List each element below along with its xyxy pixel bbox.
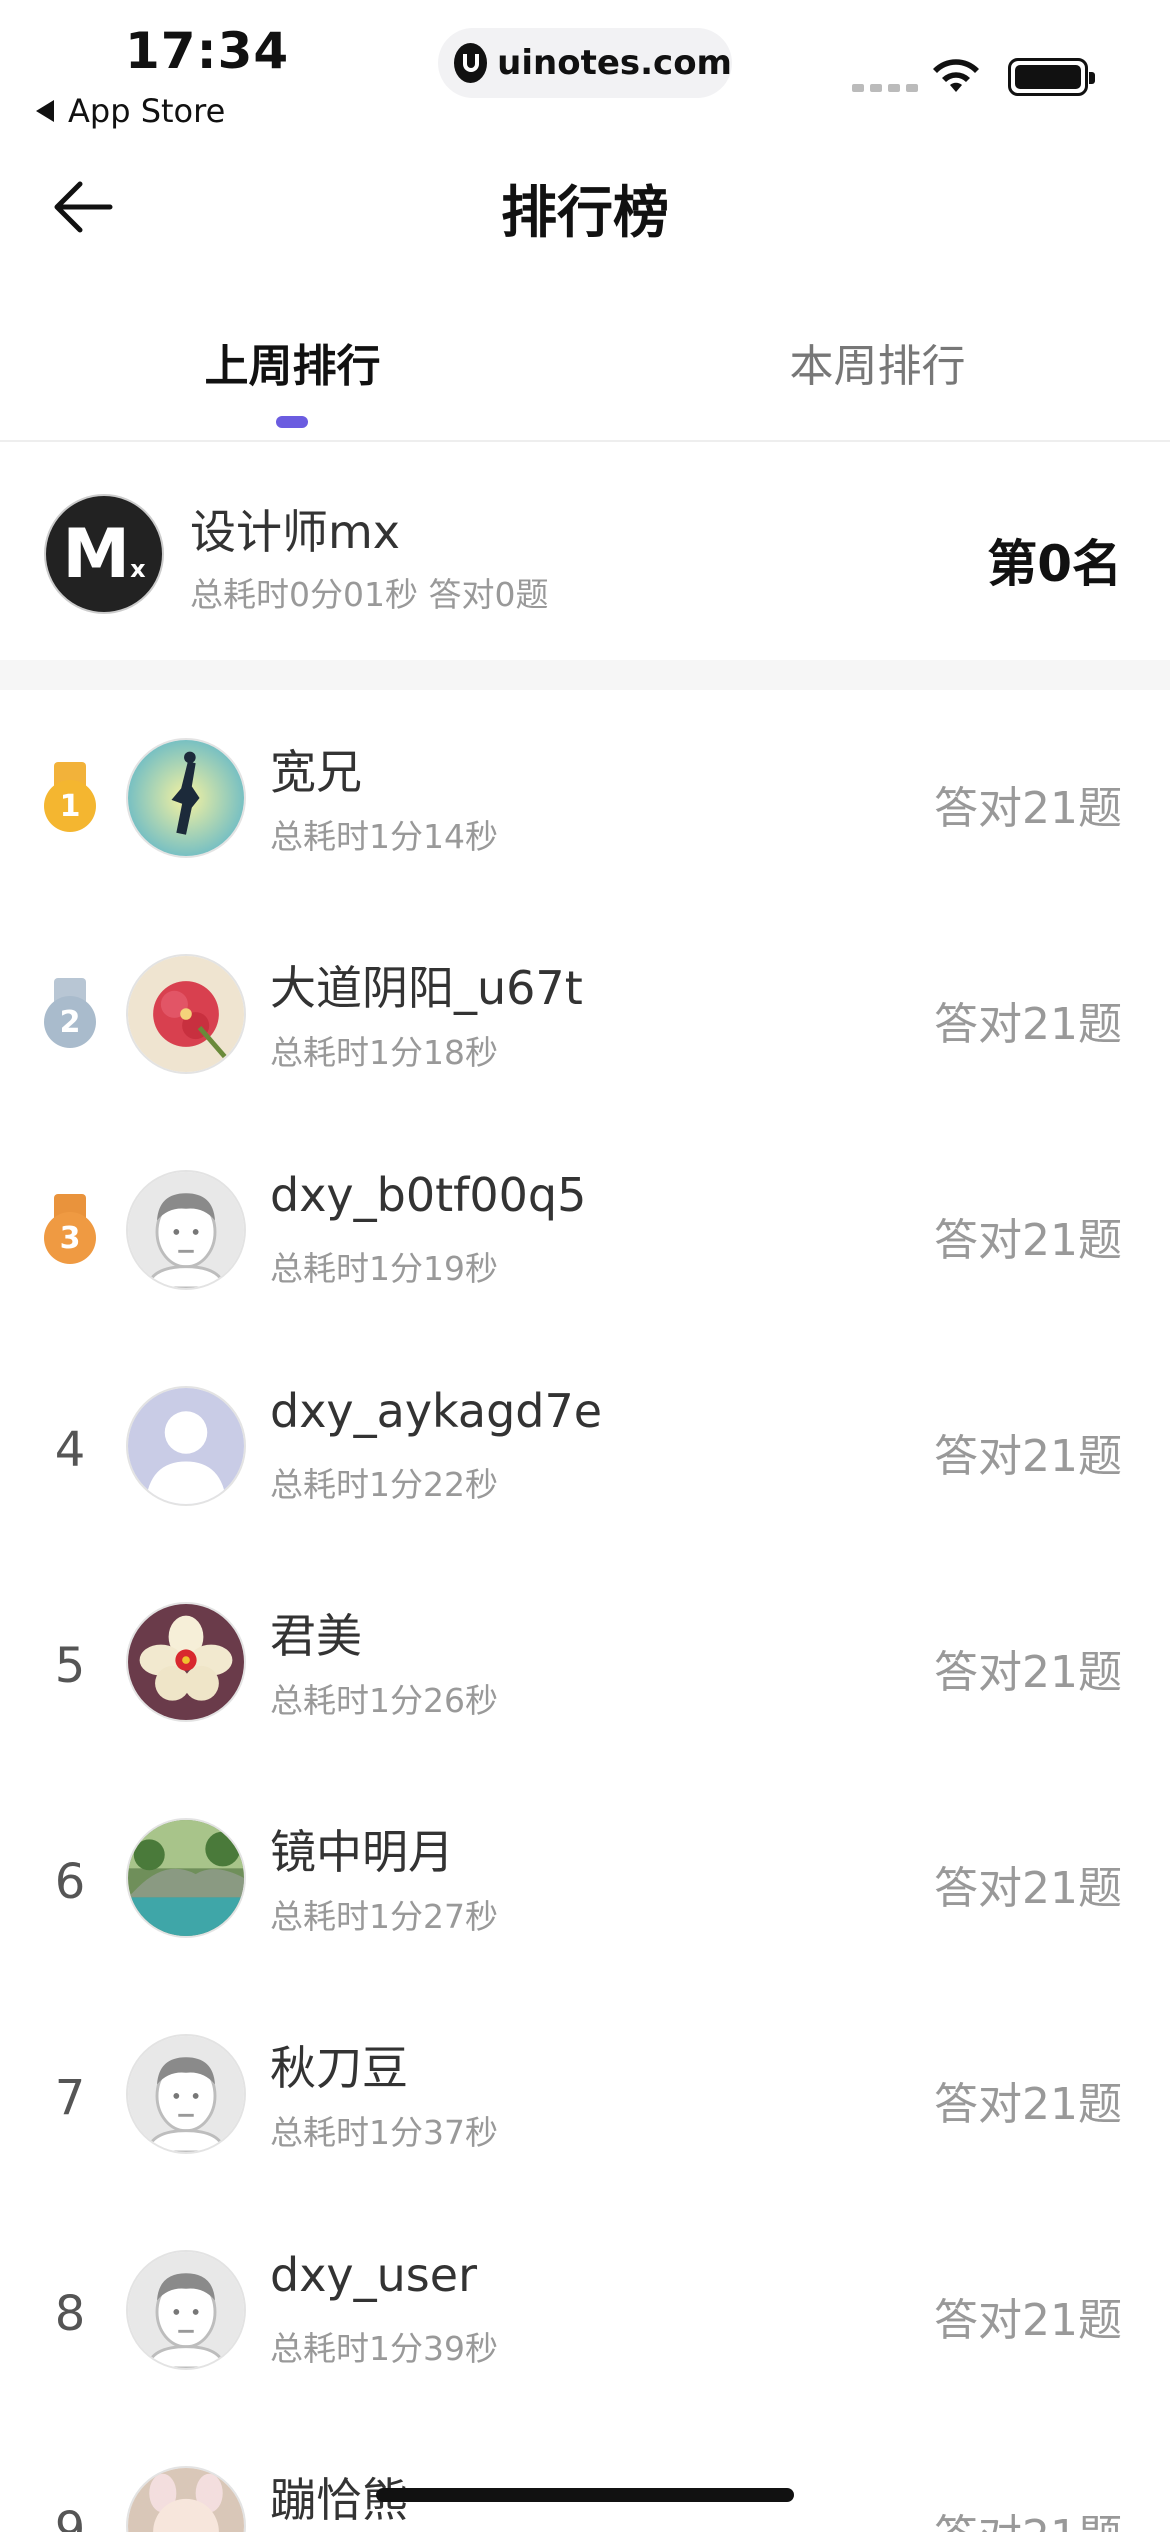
rank-number: 5 [54,1638,86,1694]
ranking-row[interactable]: 4 dxy_aykagd7e 总耗时1分22秒 答对21题 [0,1338,1170,1554]
tab-this-week[interactable]: 本周排行 [585,330,1170,394]
ranking-row[interactable]: 6 镜中明月 总耗时1分27秒 答对21题 [0,1770,1170,1986]
ranking-list: 1 宽兄 总耗时1分14秒 答对21题 2 大道阴阳_u67t 总耗时1分18秒… [0,690,1170,2532]
section-divider [0,660,1170,690]
status-bar: 17:34 App Store uinotes.com [0,0,1170,140]
back-triangle-icon [36,100,54,122]
score: 答对21题 [934,1215,1122,1266]
score: 答对21题 [934,2295,1122,2346]
user-name: 大道阴阳_u67t [270,961,583,1015]
rank-number: 7 [54,2070,86,2126]
my-place: 第0名 [987,535,1122,593]
time-used: 总耗时1分37秒 [270,2113,498,2152]
ranking-row[interactable]: 2 大道阴阳_u67t 总耗时1分18秒 答对21题 [0,906,1170,1122]
user-name: 镜中明月 [270,1825,454,1879]
avatar [126,738,246,858]
rank-number: 4 [54,1422,86,1478]
gold-medal-icon: 1 [44,762,96,834]
wifi-icon [933,59,979,92]
user-name: 秋刀豆 [270,2041,408,2095]
time-used: 总耗时1分27秒 [270,1897,498,1936]
avatar [126,1818,246,1938]
time-used: 总耗时1分18秒 [270,1033,498,1072]
back-to-app-link[interactable]: App Store [36,92,225,130]
silver-medal-icon: 2 [44,978,96,1050]
score: 答对21题 [934,2079,1122,2130]
score: 答对21题 [934,1431,1122,1482]
user-name: dxy_aykagd7e [270,1384,603,1438]
avatar [126,2250,246,2370]
my-summary: 总耗时0分01秒 答对0题 [190,575,549,614]
url-text: uinotes.com [497,43,732,83]
my-rank-card: Mx 设计师mx 总耗时0分01秒 答对0题 第0名 [0,444,1170,660]
rank-number: 8 [54,2286,86,2342]
score: 答对21题 [934,783,1122,834]
ranking-row[interactable]: 9 蹦恰熊 答对21题 [0,2418,1170,2532]
tab-last-week[interactable]: 上周排行 [0,330,585,394]
time-used: 总耗时1分14秒 [270,817,498,856]
ranking-row[interactable]: 8 dxy_user 总耗时1分39秒 答对21题 [0,2202,1170,2418]
site-logo-icon [454,43,488,83]
url-pill[interactable]: uinotes.com [438,28,732,98]
time-used: 总耗时1分39秒 [270,2329,498,2368]
user-name: dxy_user [270,2248,477,2302]
ranking-row[interactable]: 7 秋刀豆 总耗时1分37秒 答对21题 [0,1986,1170,2202]
score: 答对21题 [934,1647,1122,1698]
user-name: dxy_b0tf00q5 [270,1168,587,1222]
battery-icon [1008,58,1095,96]
avatar [126,954,246,1074]
page-title: 排行榜 [501,181,669,246]
user-name: 宽兄 [270,745,362,799]
time-used: 总耗时1分22秒 [270,1465,498,1504]
score: 答对21题 [934,999,1122,1050]
avatar [126,1170,246,1290]
rank-number: 9 [54,2502,86,2532]
ranking-row[interactable]: 3 dxy_b0tf00q5 总耗时1分19秒 答对21题 [0,1122,1170,1338]
avatar [126,1386,246,1506]
ranking-row[interactable]: 5 君美 总耗时1分26秒 答对21题 [0,1554,1170,1770]
rank-number: 6 [54,1854,86,1910]
home-indicator [376,2488,794,2502]
time-used: 总耗时1分26秒 [270,1681,498,1720]
back-app-label: App Store [68,92,226,130]
my-avatar: Mx [44,494,164,614]
my-name: 设计师mx [190,505,401,559]
avatar [126,2466,246,2532]
bronze-medal-icon: 3 [44,1194,96,1266]
avatar [126,1602,246,1722]
score: 答对21题 [934,2500,1122,2532]
user-name: 君美 [270,1609,362,1663]
time-used: 总耗时1分19秒 [270,1249,498,1288]
tab-active-indicator [276,416,308,428]
ranking-row[interactable]: 1 宽兄 总耗时1分14秒 答对21题 [0,690,1170,906]
status-time: 17:34 [125,22,290,80]
signal-icon [852,84,918,92]
avatar [126,2034,246,2154]
tab-bar: 上周排行 本周排行 [0,310,1170,442]
score: 答对21题 [934,1863,1122,1914]
